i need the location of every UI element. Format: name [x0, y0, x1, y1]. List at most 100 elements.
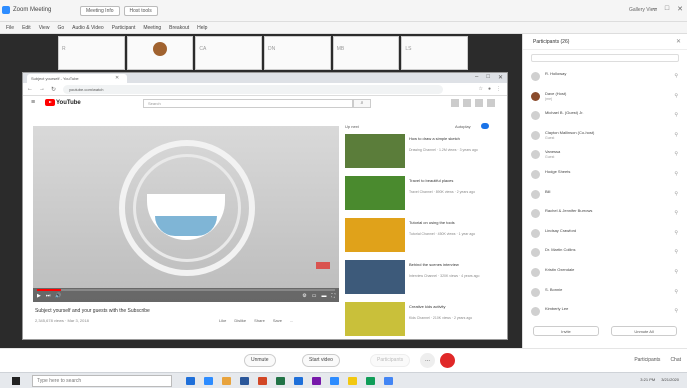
share-button[interactable]: Share — [254, 318, 265, 323]
notifications-icon[interactable] — [475, 99, 483, 107]
video-thumbnail[interactable] — [345, 134, 405, 168]
mic-icon[interactable]: ⚲ — [674, 230, 678, 236]
participant-thumbnail[interactable] — [126, 36, 194, 70]
taskbar-app-icon[interactable] — [348, 377, 357, 385]
settings-icon[interactable]: ⚙ — [302, 293, 306, 299]
video-thumbnail[interactable] — [345, 218, 405, 252]
participant-row[interactable]: Vanessa Guest ⚲ — [523, 144, 687, 164]
taskbar-app-icon[interactable] — [384, 377, 393, 385]
participant-row[interactable]: S. Bonnie ⚲ — [523, 282, 687, 302]
kebab-menu-icon[interactable]: ⋮ — [496, 86, 501, 92]
theater-icon[interactable]: ▬ — [321, 293, 326, 299]
mic-icon[interactable]: ⚲ — [674, 308, 678, 314]
taskbar-app-icon[interactable] — [186, 377, 195, 385]
participant-row[interactable]: Kimberly Lee ⚲ — [523, 301, 687, 321]
participant-thumbnail[interactable]: CA — [195, 36, 263, 70]
profile-icon[interactable]: ● — [488, 86, 491, 92]
autoplay-toggle[interactable] — [481, 123, 489, 129]
taskbar-app-icon[interactable] — [258, 377, 267, 385]
participants-tab[interactable]: Participants — [634, 357, 660, 363]
video-thumbnail[interactable] — [345, 176, 405, 210]
suggested-video-title[interactable]: Behind the scenes interview — [409, 262, 495, 267]
mic-icon[interactable]: ⚲ — [674, 171, 678, 177]
taskbar-app-icon[interactable] — [204, 377, 213, 385]
participant-thumbnail[interactable]: MB — [332, 36, 400, 70]
tab-host-tools[interactable]: Host tools — [123, 6, 158, 16]
address-bar[interactable]: youtube.com/watch — [63, 85, 443, 94]
suggested-video-title[interactable]: Creative kids activity — [409, 304, 495, 309]
chrome-close-icon[interactable]: ✕ — [498, 74, 503, 81]
chrome-maximize-icon[interactable]: □ — [486, 74, 490, 81]
end-call-button[interactable] — [440, 353, 455, 368]
windows-start-icon[interactable] — [12, 377, 20, 385]
menu-item-breakout[interactable]: Breakout — [169, 25, 189, 31]
video-player[interactable]: ▶ ⏭ 🔊 ⚙ ▭ ▬ ⛶ — [33, 126, 339, 302]
taskbar-app-icon[interactable] — [330, 377, 339, 385]
unmute-button[interactable]: Unmute — [244, 354, 276, 367]
suggested-video[interactable]: How to draw a simple sketch Drawing Chann… — [345, 134, 497, 174]
clock-date[interactable]: 3/21/2020 — [661, 377, 679, 382]
youtube-logo[interactable]: YouTube — [45, 99, 81, 106]
menu-item-file[interactable]: File — [6, 25, 14, 31]
star-icon[interactable]: ☆ — [478, 86, 482, 92]
taskbar-app-icon[interactable] — [312, 377, 321, 385]
menu-item-go[interactable]: Go — [57, 25, 64, 31]
save-button[interactable]: Save — [273, 318, 282, 323]
close-icon[interactable]: ✕ — [677, 5, 683, 13]
participant-thumbnail[interactable]: R — [58, 36, 125, 70]
panel-close-icon[interactable]: ✕ — [676, 38, 681, 45]
maximize-icon[interactable]: □ — [665, 5, 669, 13]
taskbar-app-icon[interactable] — [294, 377, 303, 385]
mic-icon[interactable]: ⚲ — [674, 249, 678, 255]
mic-icon[interactable]: ⚲ — [674, 210, 678, 216]
tab-close-icon[interactable]: ✕ — [115, 75, 119, 81]
play-icon[interactable]: ▶ — [37, 293, 41, 299]
menu-item-meeting[interactable]: Meeting — [143, 25, 161, 31]
miniplayer-icon[interactable]: ▭ — [312, 293, 317, 299]
volume-icon[interactable]: 🔊 — [55, 293, 61, 299]
mic-icon[interactable]: ⚲ — [674, 132, 678, 138]
start-video-button[interactable]: Start video — [302, 354, 340, 367]
participant-row[interactable]: Hodge Sheets ⚲ — [523, 164, 687, 184]
like-button[interactable]: Like — [219, 318, 226, 323]
create-icon[interactable] — [451, 99, 459, 107]
suggested-video[interactable]: Behind the scenes interview Interview Cha… — [345, 260, 497, 300]
mic-icon[interactable]: ⚲ — [674, 191, 678, 197]
next-icon[interactable]: ⏭ — [46, 293, 51, 299]
search-icon[interactable]: ⌕ — [353, 99, 371, 108]
mic-icon[interactable]: ⚲ — [674, 93, 678, 99]
video-thumbnail[interactable] — [345, 302, 405, 336]
mic-icon[interactable]: ⚲ — [674, 73, 678, 79]
suggested-video-title[interactable]: How to draw a simple sketch — [409, 136, 495, 141]
mic-icon[interactable]: ⚲ — [674, 269, 678, 275]
participant-search-input[interactable] — [531, 54, 679, 62]
mic-icon[interactable]: ⚲ — [674, 151, 678, 157]
menu-item-audio-video[interactable]: Audio & Video — [72, 25, 104, 31]
participant-row[interactable]: Dave (Host) (me) ⚲ — [523, 86, 687, 106]
video-thumbnail[interactable] — [345, 260, 405, 294]
participant-row[interactable]: R. Holloway ⚲ — [523, 66, 687, 86]
participant-row[interactable]: Michael B. (Guest) Jr. ⚲ — [523, 105, 687, 125]
participant-row[interactable]: Lindsay Crawford ⚲ — [523, 223, 687, 243]
mic-icon[interactable]: ⚲ — [674, 289, 678, 295]
participant-thumbnail[interactable]: DN — [264, 36, 331, 70]
youtube-search-input[interactable]: Search — [143, 99, 353, 108]
menu-item-participant[interactable]: Participant — [112, 25, 136, 31]
taskbar-search-input[interactable]: Type here to search — [32, 375, 172, 387]
participants-button[interactable]: Participants — [370, 354, 411, 367]
more-options-button[interactable]: ... — [420, 353, 435, 368]
unmute-all-button[interactable]: Unmute All — [611, 326, 677, 336]
menu-item-edit[interactable]: Edit — [22, 25, 31, 31]
dislike-button[interactable]: Dislike — [234, 318, 246, 323]
suggested-video[interactable]: Travel to beautiful places Travel Channel… — [345, 176, 497, 216]
tab-meeting-info[interactable]: Meeting Info — [80, 6, 120, 16]
suggested-video-title[interactable]: Tutorial on using the tools — [409, 220, 495, 225]
clock-time[interactable]: 3:21 PM — [640, 377, 655, 382]
participant-row[interactable]: Dr. Martin Collins ⚲ — [523, 242, 687, 262]
chrome-tab[interactable]: Subject yourself - YouTube — [27, 74, 127, 83]
apps-icon[interactable] — [463, 99, 471, 107]
account-icon[interactable] — [487, 99, 495, 107]
taskbar-app-icon[interactable] — [222, 377, 231, 385]
participant-row[interactable]: Rachel & Jennifer Burrows ⚲ — [523, 203, 687, 223]
participant-row[interactable]: Kristin Oxendale ⚲ — [523, 262, 687, 282]
